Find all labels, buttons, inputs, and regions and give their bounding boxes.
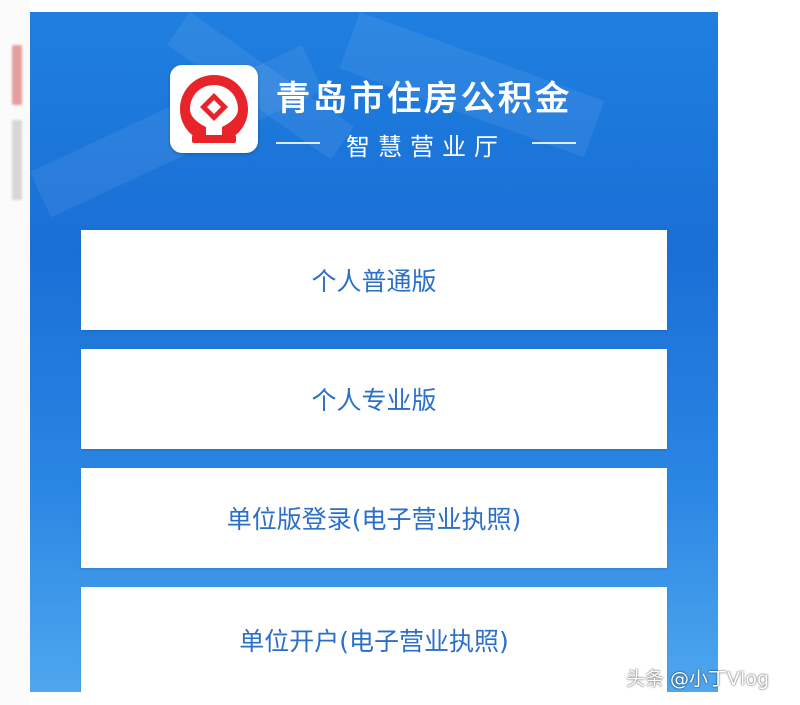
personal-professional-button[interactable]: 个人专业版 [81,349,667,449]
subtitle-divider-right [532,142,576,144]
personal-standard-button[interactable]: 个人普通版 [81,230,667,330]
employer-account-open-button[interactable]: 单位开户(电子营业执照) [81,587,667,692]
subtitle-row: 智慧营业厅 [276,127,576,161]
blurred-edge-mark [12,120,22,200]
page-subtitle: 智慧营业厅 [346,133,506,161]
smart-hall-panel: 青岛市住房公积金 智慧营业厅 个人普通版 个人专业版 单位版登录(电子营业执照)… [30,12,718,692]
employer-login-button[interactable]: 单位版登录(电子营业执照) [81,468,667,568]
page-title: 青岛市住房公积金 [276,79,572,119]
logo-graphic [180,75,248,143]
app-header: 青岛市住房公积金 智慧营业厅 [170,65,590,165]
blurred-edge-mark [12,45,22,105]
subtitle-divider-left [276,142,320,144]
watermark-text: 头条 @小丁Vlog [626,668,770,690]
housing-fund-logo-icon [170,65,258,153]
left-edge-strip [0,0,30,705]
